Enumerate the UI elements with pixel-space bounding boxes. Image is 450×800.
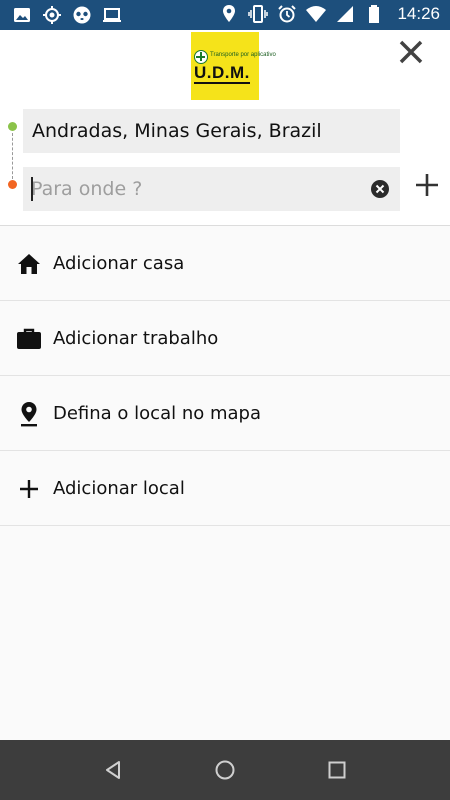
text-caret [31, 177, 33, 201]
home-icon [16, 251, 42, 277]
briefcase-icon [16, 326, 42, 352]
logo-emblem-icon [194, 50, 208, 64]
route-header: Transporte por aplicativo U.D.M. Andrada… [0, 30, 450, 226]
signal-icon [335, 4, 355, 24]
status-time: 14:26 [397, 4, 440, 23]
destination-field[interactable] [23, 167, 400, 211]
wifi-icon [306, 4, 327, 24]
status-left-icons [12, 5, 122, 25]
close-icon[interactable] [397, 38, 425, 66]
logo-tagline: Transporte por aplicativo [210, 52, 276, 58]
destination-input[interactable] [31, 167, 361, 211]
location-pin-icon [219, 4, 239, 24]
image-icon [12, 5, 32, 25]
list-item-add-home[interactable]: Adicionar casa [0, 226, 450, 301]
vibrate-icon [248, 4, 269, 24]
shortcut-list: Adicionar casa Adicionar trabalho Defina… [0, 226, 450, 526]
list-item-add-place[interactable]: Adicionar local [0, 451, 450, 526]
clear-circle-icon[interactable] [370, 179, 390, 199]
status-right-icons: 14:26 [219, 4, 440, 24]
list-item-label: Defina o local no mapa [53, 403, 261, 424]
panda-app-icon [72, 5, 92, 25]
battery-icon [364, 4, 384, 24]
recents-square-icon[interactable] [325, 758, 349, 782]
laptop-icon [102, 5, 122, 25]
alarm-icon [277, 4, 297, 24]
add-stop-plus-icon[interactable] [414, 172, 440, 198]
destination-dot [8, 180, 17, 189]
origin-value: Andradas, Minas Gerais, Brazil [32, 120, 322, 142]
list-item-set-location-on-map[interactable]: Defina o local no mapa [0, 376, 450, 451]
map-pin-icon [16, 401, 42, 427]
system-nav-bar [0, 740, 450, 800]
list-item-label: Adicionar casa [53, 253, 185, 274]
origin-dot [8, 122, 17, 131]
home-circle-icon[interactable] [213, 758, 237, 782]
location-target-icon [42, 5, 62, 25]
logo-name: U.D.M. [194, 63, 250, 84]
route-connector-line [12, 133, 13, 179]
list-item-label: Adicionar local [53, 478, 185, 499]
list-item-label: Adicionar trabalho [53, 328, 219, 349]
app-logo: Transporte por aplicativo U.D.M. [191, 32, 276, 100]
back-icon[interactable] [101, 758, 125, 782]
status-bar: 14:26 [0, 0, 450, 30]
list-item-add-work[interactable]: Adicionar trabalho [0, 301, 450, 376]
plus-icon [16, 476, 42, 502]
origin-field[interactable]: Andradas, Minas Gerais, Brazil [23, 109, 400, 153]
